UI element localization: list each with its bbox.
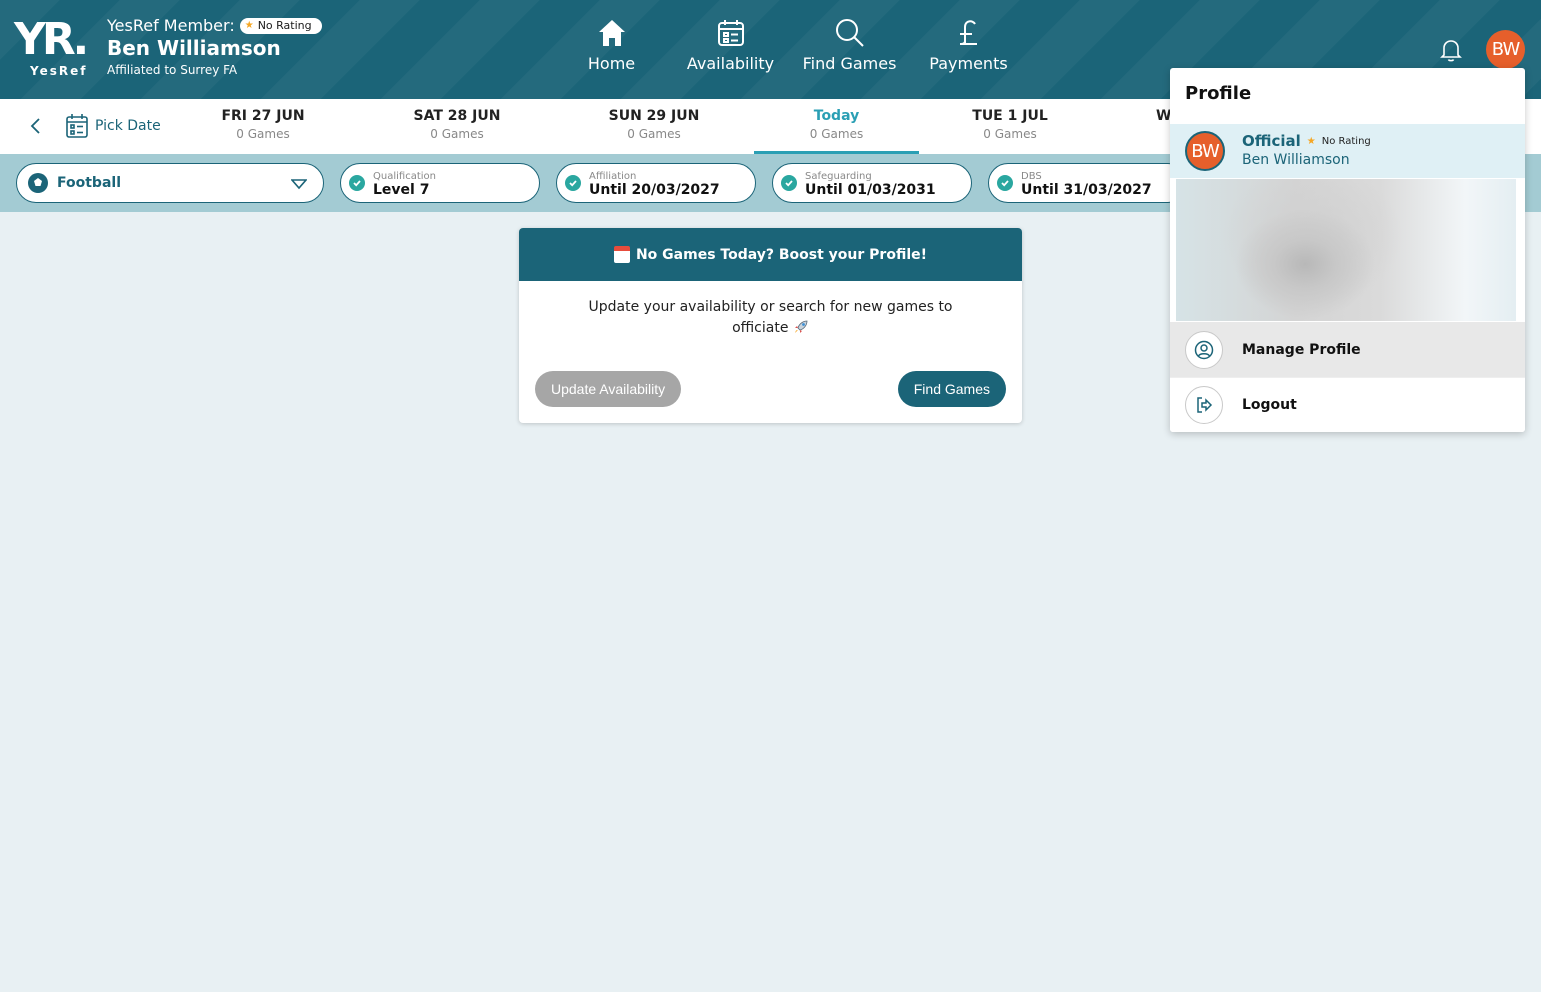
member-affiliation: Affiliated to Surrey FA <box>107 63 238 77</box>
nav-find-games[interactable]: Find Games <box>790 17 909 73</box>
day-tab-sat[interactable]: SAT 28 JUN 0 Games <box>404 108 510 154</box>
day-label: FRI 27 JUN <box>221 108 305 124</box>
day-tab-sun[interactable]: SUN 29 JUN 0 Games <box>600 108 708 154</box>
main-nav: Home Availability Find Games Payments <box>552 17 1028 73</box>
profile-avatar: BW <box>1185 131 1225 171</box>
pill-value: Until 20/03/2027 <box>589 181 720 198</box>
logout-label: Logout <box>1242 397 1297 413</box>
rocket-icon <box>794 320 808 333</box>
home-icon <box>598 20 625 46</box>
rating-text: No Rating <box>257 18 312 32</box>
check-circle-icon <box>565 175 581 191</box>
card-header: No Games Today? Boost your Profile! <box>519 228 1022 281</box>
check-circle-icon <box>997 175 1013 191</box>
pill-value: Level 7 <box>373 181 430 198</box>
find-games-button[interactable]: Find Games <box>897 371 1006 407</box>
calendar-icon <box>66 114 88 138</box>
rating-badge: ★ No Rating <box>239 17 322 34</box>
pick-date-label: Pick Date <box>95 118 161 134</box>
day-games: 0 Games <box>627 127 681 141</box>
user-avatar[interactable]: BW <box>1486 30 1525 69</box>
profile-user-row[interactable]: BW Official ★ No Rating Ben Williamson <box>1170 124 1525 178</box>
user-circle-icon <box>1185 330 1223 369</box>
pick-date-button[interactable]: Pick Date <box>65 113 161 139</box>
card-title: No Games Today? Boost your Profile! <box>635 246 928 263</box>
blurred-profile-image <box>1176 179 1516 321</box>
update-availability-button[interactable]: Update Availability <box>535 371 682 407</box>
manage-profile-label: Manage Profile <box>1242 341 1361 358</box>
qualification-pill[interactable]: Qualification Level 7 <box>340 163 540 203</box>
football-icon <box>28 173 48 193</box>
logout-icon <box>1185 386 1223 424</box>
nav-home[interactable]: Home <box>552 17 671 73</box>
day-tab-today[interactable]: Today 0 Games <box>754 108 919 154</box>
pill-label: Affiliation <box>589 170 637 182</box>
check-circle-icon <box>781 175 797 191</box>
manage-profile-item[interactable]: Manage Profile <box>1170 322 1525 377</box>
calendar-icon <box>717 20 744 46</box>
day-label: SAT 28 JUN <box>413 108 501 124</box>
member-info: YesRef Member: ★ No Rating Ben Williamso… <box>107 16 322 77</box>
nav-availability[interactable]: Availability <box>671 17 790 73</box>
check-circle-icon <box>349 175 365 191</box>
nav-payments-label: Payments <box>929 54 1008 73</box>
logout-item[interactable]: Logout <box>1170 377 1525 432</box>
day-tab-tue[interactable]: TUE 1 JUL 0 Games <box>964 108 1056 154</box>
day-tab-fri[interactable]: FRI 27 JUN 0 Games <box>214 108 312 154</box>
pill-value: Until 31/03/2027 <box>1021 181 1152 198</box>
yesref-logo[interactable]: YR. YesRef <box>14 18 94 80</box>
card-message: Update your availability or search for n… <box>588 299 953 336</box>
day-games: 0 Games <box>236 127 290 141</box>
pill-label: Qualification <box>373 170 436 182</box>
bell-icon[interactable] <box>1438 37 1464 63</box>
pound-icon <box>959 20 977 45</box>
member-name: Ben Williamson <box>107 36 281 60</box>
nav-home-label: Home <box>587 54 636 73</box>
card-body: Update your availability or search for n… <box>519 281 1022 371</box>
profile-dropdown: Profile BW Official ★ No Rating Ben Will… <box>1170 68 1525 432</box>
day-label: SUN 29 JUN <box>608 108 700 124</box>
pill-label: Safeguarding <box>805 170 872 182</box>
no-games-card: No Games Today? Boost your Profile! Upda… <box>519 228 1022 423</box>
chevron-down-icon <box>291 179 307 190</box>
logo-brand: YesRef <box>30 64 88 78</box>
search-icon <box>835 19 864 47</box>
affiliation-pill[interactable]: Affiliation Until 20/03/2027 <box>556 163 756 203</box>
chevron-left-icon[interactable] <box>26 116 46 136</box>
day-games: 0 Games <box>983 127 1037 141</box>
day-games: 0 Games <box>809 127 864 141</box>
profile-rating: No Rating <box>1321 135 1371 147</box>
pill-value: Until 01/03/2031 <box>805 181 936 198</box>
nav-payments[interactable]: Payments <box>909 17 1028 73</box>
sport-select[interactable]: Football <box>16 163 324 203</box>
day-label: Today <box>813 108 860 124</box>
dbs-pill[interactable]: DBS Until 31/03/2027 <box>988 163 1188 203</box>
logo-mark: YR. <box>14 14 89 65</box>
profile-dropdown-title: Profile <box>1185 83 1252 104</box>
pill-label: DBS <box>1021 170 1042 182</box>
calendar-emoji-icon <box>613 246 630 263</box>
profile-user-name: Ben Williamson <box>1242 152 1350 168</box>
day-label: TUE 1 JUL <box>972 108 1048 124</box>
star-icon: ★ <box>1306 135 1316 147</box>
member-label: YesRef Member: <box>107 16 235 35</box>
sport-select-value: Football <box>57 175 121 191</box>
star-icon: ★ <box>244 19 254 31</box>
nav-find-games-label: Find Games <box>802 54 897 73</box>
nav-availability-label: Availability <box>686 54 775 73</box>
profile-role: Official <box>1242 132 1301 150</box>
day-games: 0 Games <box>430 127 484 141</box>
safeguarding-pill[interactable]: Safeguarding Until 01/03/2031 <box>772 163 972 203</box>
